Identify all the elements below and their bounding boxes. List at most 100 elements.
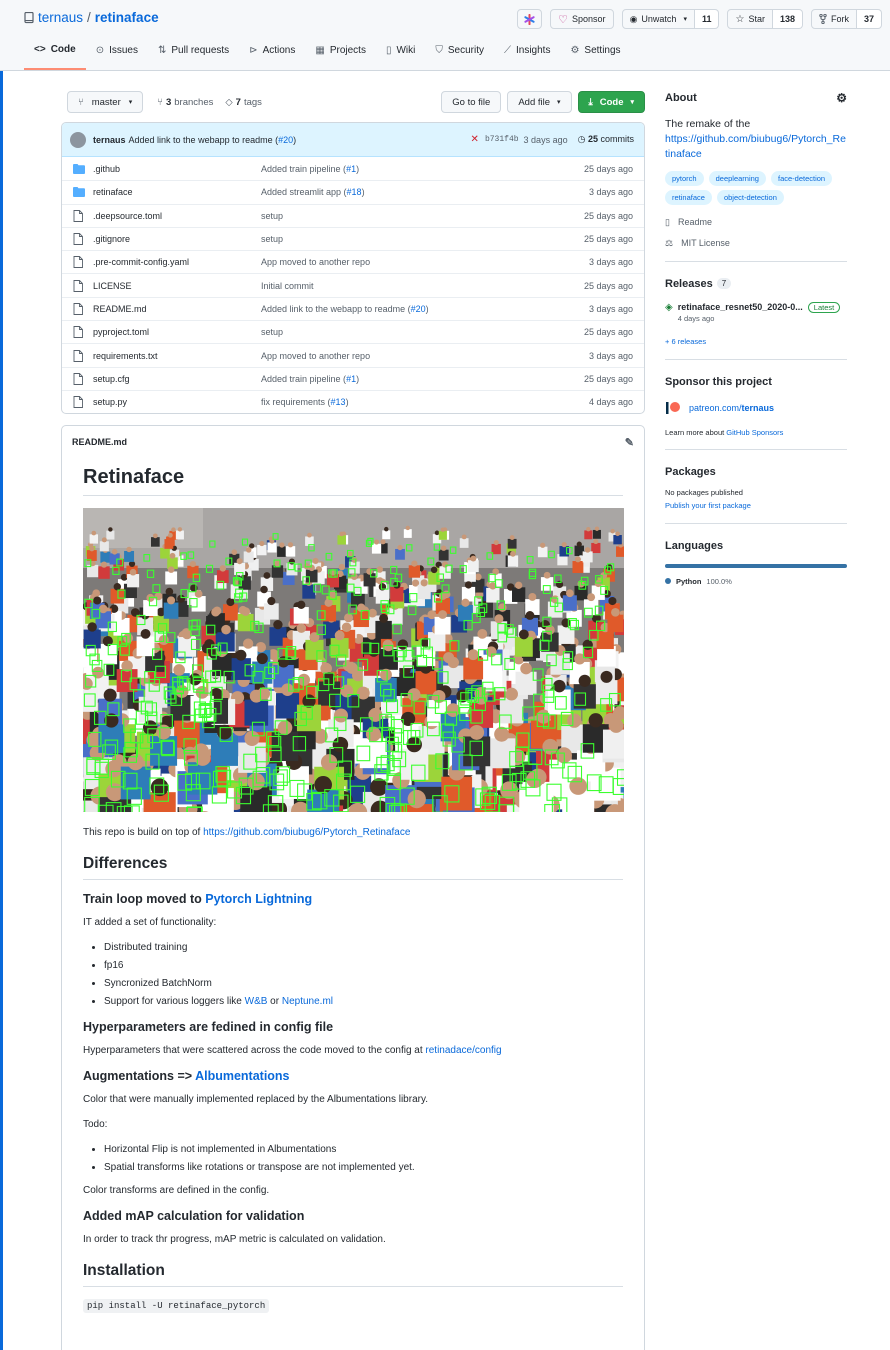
star-count[interactable]: 138 — [772, 9, 803, 29]
latest-release[interactable]: ◈ retinaface_resnet50_2020-0... Latest 4 … — [665, 301, 847, 323]
file-commit-message[interactable]: setup — [261, 234, 584, 244]
publish-package-link[interactable]: Publish your first package — [665, 501, 751, 510]
topic-tag[interactable]: pytorch — [665, 170, 704, 186]
file-name-link[interactable]: .deepsource.toml — [93, 211, 261, 221]
patreon-link[interactable]: patreon.com/ternaus — [665, 400, 847, 416]
tab-wiki[interactable]: ▯ Wiki — [376, 40, 425, 70]
file-name-link[interactable]: retinaface — [93, 187, 261, 197]
commit-author-link[interactable]: ternaus — [93, 135, 126, 145]
patreon-icon — [666, 401, 680, 414]
file-row[interactable]: requirements.txt App moved to another rep… — [62, 343, 644, 366]
releases-heading[interactable]: Releases 7 — [665, 278, 847, 290]
topic-tag[interactable]: retinaface — [665, 189, 712, 205]
tab-code[interactable]: <> Code — [24, 40, 86, 70]
packages-heading[interactable]: Packages — [665, 466, 847, 478]
commit-pr-link[interactable]: #20 — [278, 135, 293, 145]
avatar[interactable] — [70, 131, 86, 148]
tab-pull-requests[interactable]: ⇅ Pull requests — [148, 40, 239, 70]
tab-actions[interactable]: ⊳ Actions — [239, 40, 305, 70]
file-name-link[interactable]: .gitignore — [93, 234, 261, 244]
commit-sha-link[interactable]: b731f4b — [485, 135, 519, 144]
pytorch-lightning-link[interactable]: Pytorch Lightning — [205, 892, 312, 906]
file-row[interactable]: setup.py fix requirements (#13) 4 days ago — [62, 389, 644, 413]
topic-tag[interactable]: object-detection — [716, 189, 784, 205]
file-icon — [73, 349, 83, 362]
add-file-button[interactable]: Add file ▾ — [507, 91, 572, 113]
file-commit-pr-link[interactable]: #1 — [346, 164, 356, 174]
file-name-link[interactable]: requirements.txt — [93, 351, 261, 361]
file-commit-message[interactable]: App moved to another repo — [261, 257, 589, 267]
fork-count[interactable]: 37 — [856, 9, 882, 29]
about-link[interactable]: https://github.com/biubug6/Pytorch_Retin… — [665, 133, 846, 160]
file-commit-message[interactable]: App moved to another repo — [261, 351, 589, 361]
file-row[interactable]: LICENSE Initial commit 25 days ago — [62, 273, 644, 296]
file-name-link[interactable]: setup.py — [93, 397, 261, 407]
commits-label: commits — [600, 134, 635, 144]
tab-security[interactable]: ⛉ Security — [425, 40, 494, 70]
file-commit-message[interactable]: Initial commit — [261, 281, 584, 291]
gear-icon[interactable]: ⚙ — [836, 91, 847, 105]
fork-button[interactable]: Fork — [810, 9, 857, 29]
file-name-link[interactable]: README.md — [93, 304, 261, 314]
about-description: The remake of the https://github.com/biu… — [665, 117, 847, 163]
albumentations-link[interactable]: Albumentations — [195, 1069, 289, 1083]
code-download-button[interactable]: ⤓ Code ▾ — [577, 91, 645, 113]
pencil-icon[interactable]: ✎ — [625, 436, 634, 449]
file-row[interactable]: pyproject.toml setup 25 days ago — [62, 320, 644, 343]
file-commit-message[interactable]: Added link to the webapp to readme (#20) — [261, 304, 589, 314]
file-commit-pr-link[interactable]: #20 — [411, 304, 426, 314]
file-name-link[interactable]: pyproject.toml — [93, 327, 261, 337]
file-name-link[interactable]: setup.cfg — [93, 374, 261, 384]
file-name-link[interactable]: LICENSE — [93, 281, 261, 291]
file-commit-text: Added train pipeline ( — [261, 373, 347, 384]
file-row[interactable]: .pre-commit-config.yaml App moved to anot… — [62, 250, 644, 273]
file-row[interactable]: .github Added train pipeline (#1) 25 days … — [62, 157, 644, 180]
file-name-link[interactable]: .pre-commit-config.yaml — [93, 257, 261, 267]
file-commit-message[interactable]: Added train pipeline (#1) — [261, 374, 584, 384]
file-row[interactable]: .gitignore setup 25 days ago — [62, 226, 644, 250]
unwatch-button[interactable]: ◉ Unwatch ▾ — [621, 9, 695, 29]
file-commit-message[interactable]: setup — [261, 211, 584, 221]
intro-link[interactable]: https://github.com/biubug6/Pytorch_Retin… — [203, 827, 410, 838]
tab-projects[interactable]: ▦ Projects — [305, 40, 376, 70]
file-commit-pr-link[interactable]: #1 — [346, 374, 356, 384]
file-commit-pr-link[interactable]: #13 — [331, 397, 346, 407]
language-item-python[interactable]: Python 100.0% — [665, 577, 847, 586]
star-button[interactable]: ☆ Star — [727, 9, 773, 29]
file-commit-message[interactable]: setup — [261, 327, 584, 337]
tab-issues[interactable]: ⊙ Issues — [86, 40, 148, 70]
readme-link[interactable]: ▯ Readme — [665, 217, 847, 228]
branch-select-button[interactable]: ⑂ master ▾ — [67, 91, 144, 113]
file-commit-pr-link[interactable]: #18 — [347, 187, 362, 197]
license-link[interactable]: ⚖ MIT License — [665, 238, 847, 249]
file-row[interactable]: setup.cfg Added train pipeline (#1) 25 day… — [62, 366, 644, 390]
topic-tag[interactable]: face-detection — [770, 170, 833, 186]
neptune-link[interactable]: Neptune.ml — [282, 996, 333, 1007]
go-to-file-button[interactable]: Go to file — [441, 91, 502, 113]
failure-x-icon[interactable]: ✕ — [471, 134, 479, 145]
file-age: 3 days ago — [588, 303, 633, 314]
branches-link[interactable]: ⑂ 3 branches — [157, 97, 213, 108]
file-row[interactable]: retinaface Added streamlit app (#18) 3 day… — [62, 180, 644, 203]
config-link[interactable]: retinadace/config — [425, 1045, 501, 1056]
tab-settings[interactable]: ⚙ Settings — [560, 40, 630, 70]
file-commit-message[interactable]: fix requirements (#13) — [261, 397, 589, 407]
github-sponsors-link[interactable]: GitHub Sponsors — [726, 428, 783, 437]
tags-link[interactable]: ◇ 7 tags — [225, 97, 262, 108]
sponsor-button[interactable]: ♡ Sponsor — [550, 9, 614, 29]
file-row[interactable]: README.md Added link to the webapp to rea… — [62, 296, 644, 320]
file-commit-message[interactable]: Added streamlit app (#18) — [261, 187, 589, 197]
topic-tag[interactable]: deeplearning — [708, 170, 766, 186]
file-row[interactable]: .deepsource.toml setup 25 days ago — [62, 203, 644, 227]
releases-count: 7 — [716, 278, 732, 290]
file-commit-message[interactable]: Added train pipeline (#1) — [261, 164, 584, 174]
repo-name-link[interactable]: retinaface — [95, 10, 159, 25]
app-button[interactable] — [517, 9, 543, 29]
wandb-link[interactable]: W&B — [245, 996, 268, 1007]
more-releases-link[interactable]: + 6 releases — [665, 337, 706, 346]
repo-owner-link[interactable]: ternaus — [38, 10, 83, 25]
commits-link[interactable]: ◷ 25 commits — [578, 134, 634, 145]
file-name-link[interactable]: .github — [93, 164, 261, 174]
tab-insights[interactable]: ⟋ Insights — [494, 40, 560, 70]
watch-count[interactable]: 11 — [694, 9, 720, 29]
